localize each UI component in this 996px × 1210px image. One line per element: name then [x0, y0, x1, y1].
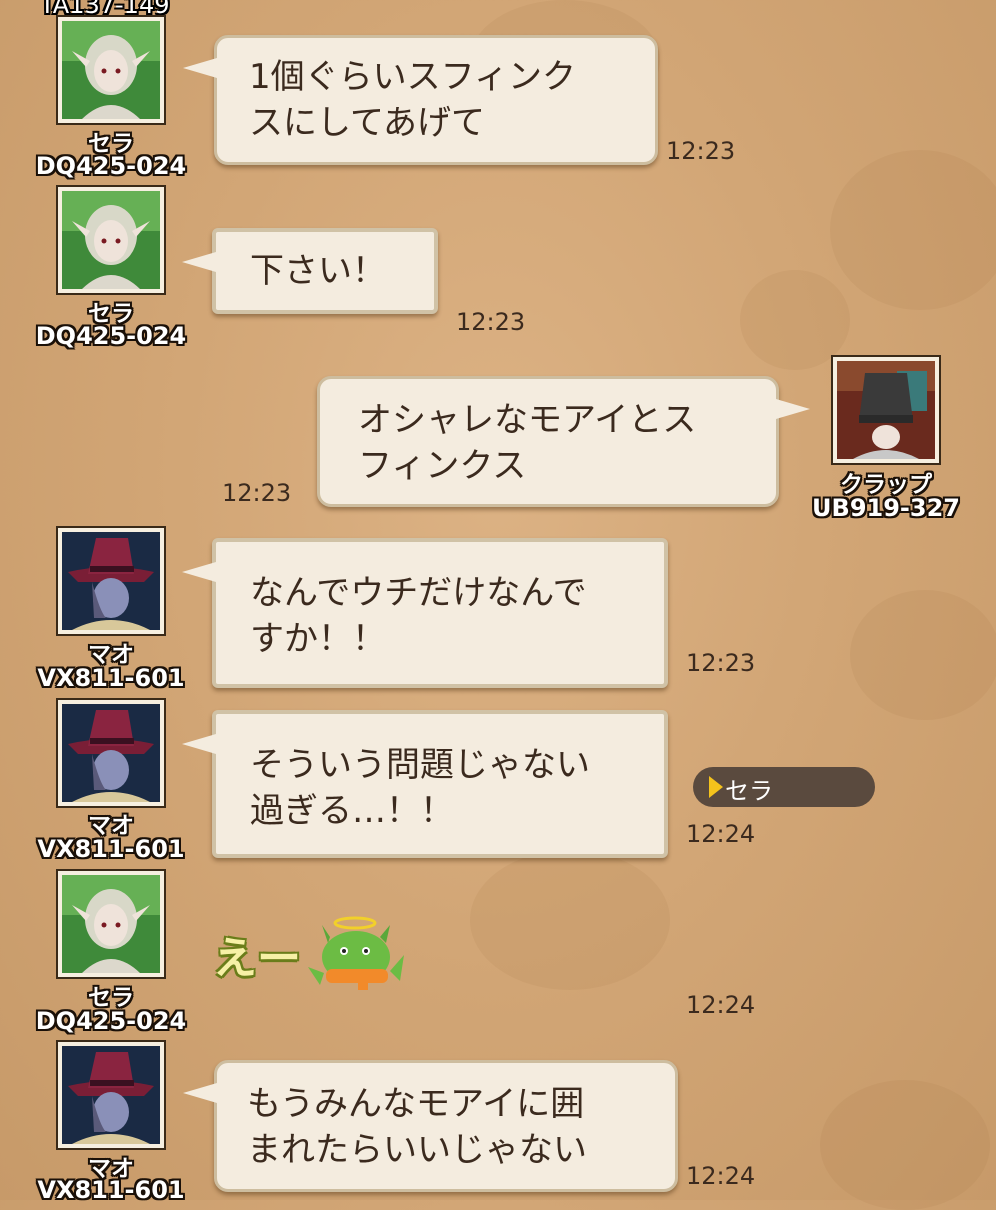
message-bubble: 下さい！ [182, 228, 438, 314]
reply-tag-name: セラ [725, 777, 773, 805]
witch-avatar-icon [62, 1046, 160, 1144]
message-bubble: もうみんなモアイに囲 まれたらいいじゃない [183, 1060, 678, 1192]
message-bubble: そういう問題じゃない 過ぎる…！！ [182, 710, 668, 858]
bubble-tail [183, 1083, 217, 1103]
avatar[interactable] [833, 357, 939, 463]
timestamp: 12:23 [686, 649, 756, 677]
elf-girl-avatar-icon [62, 875, 160, 973]
play-triangle-icon [709, 776, 723, 798]
avatar[interactable] [58, 17, 164, 123]
message-text: なんでウチだけなんで すか！！ [250, 573, 587, 659]
stamp [300, 915, 422, 990]
timestamp: 12:23 [222, 479, 292, 507]
message-bubble: 1個ぐらいスフィンク スにしてあげて [183, 35, 658, 165]
reply-tag[interactable]: セラ [693, 767, 875, 807]
elf-girl-avatar-icon [62, 21, 160, 119]
user-code: DQ425-024 [35, 322, 187, 350]
message-bubble: オシャレなモアイとス フィンクス [317, 376, 810, 507]
message-text: そういう問題じゃない 過ぎる…！！ [250, 745, 590, 831]
user-code: UB919-327 [812, 494, 960, 522]
user-code: DQ425-024 [35, 1007, 187, 1035]
timestamp: 12:23 [666, 137, 736, 165]
avatar[interactable] [58, 187, 164, 293]
timestamp: 12:24 [686, 1162, 756, 1190]
stamp-text: えー [213, 933, 301, 984]
avatar[interactable] [58, 528, 164, 634]
background-pattern [820, 1080, 990, 1210]
message-text: 1個ぐらいスフィンク スにしてあげて [249, 57, 576, 143]
witch-avatar-icon [62, 704, 160, 802]
timestamp: 12:24 [686, 820, 756, 848]
background-pattern [470, 850, 670, 990]
message-text: オシャレなモアイとス フィンクス [358, 400, 697, 486]
message-bubble: なんでウチだけなんで すか！！ [182, 538, 668, 688]
bubble-tail [182, 734, 216, 754]
bubble-tail [182, 562, 216, 582]
avatar[interactable] [58, 700, 164, 806]
background-pattern [850, 590, 996, 720]
message-text: もうみんなモアイに囲 まれたらいいじゃない [247, 1084, 587, 1170]
green-haloed-monster-stamp-icon [308, 916, 404, 990]
witch-avatar-icon [62, 532, 160, 630]
background-pattern [830, 150, 996, 310]
timestamp: 12:24 [686, 991, 756, 1019]
elf-girl-avatar-icon [62, 191, 160, 289]
message-text: 下さい！ [250, 251, 386, 291]
timestamp: 12:23 [456, 308, 526, 336]
user-code: VX811-601 [37, 835, 185, 863]
avatar[interactable] [58, 871, 164, 977]
avatar[interactable] [58, 1042, 164, 1148]
user-code: VX811-601 [37, 664, 185, 692]
bubble-tail [776, 399, 810, 419]
background-pattern [740, 270, 850, 370]
user-code: DQ425-024 [35, 152, 187, 180]
bubble-tail [183, 58, 217, 78]
bubble-tail [182, 252, 216, 272]
hat-character-avatar-icon [837, 361, 935, 459]
